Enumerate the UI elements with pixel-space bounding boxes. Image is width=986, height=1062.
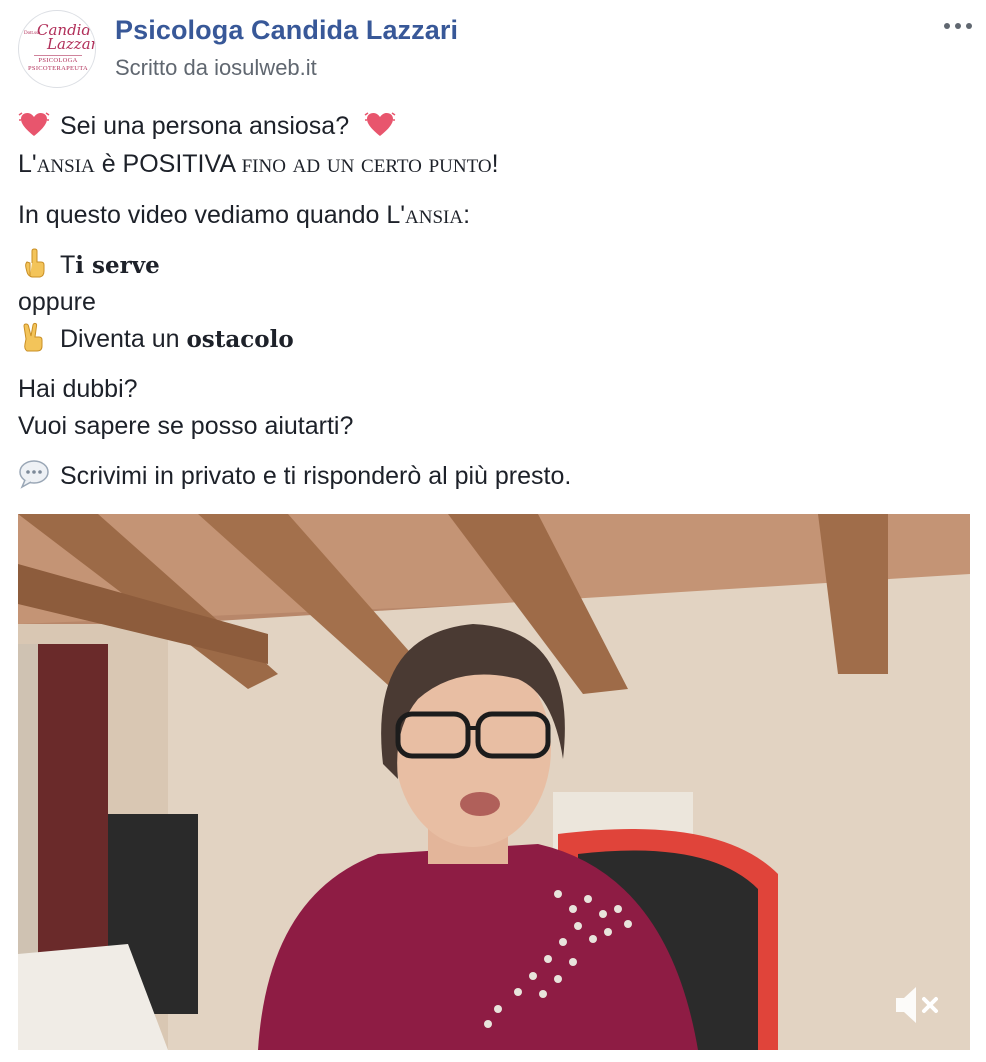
post-line-6-bold: ostacolo: [186, 326, 294, 353]
mute-toggle-button[interactable]: [892, 982, 944, 1028]
byline: Scritto da iosulweb.it: [115, 55, 317, 81]
post-line-2-smallcaps: fino ad un certo punto: [241, 148, 492, 178]
avatar-logo-sub1: PSICOLOGA: [38, 57, 78, 64]
byline-prefix: Scritto da: [115, 55, 208, 80]
post-line-2-prefix: L': [18, 150, 37, 178]
post-body: Sei una persona ansiosa? L'ansia è POSIT…: [18, 108, 968, 495]
avatar-logo-divider: [34, 55, 82, 56]
avatar-logo-subtitle: PSICOLOGA PSICOTERAPEUTA: [19, 57, 95, 73]
post-line-3-suffix: :: [463, 201, 471, 229]
speaker-muted-icon: [896, 987, 938, 1023]
post-line-9: Scrivimi in privato e ti risponderò al p…: [18, 458, 968, 495]
post-line-4-prefix: T: [60, 251, 76, 279]
post-line-2: L'ansia è POSITIVA fino ad un certo punt…: [18, 145, 968, 183]
post-line-4: Ti serve: [18, 247, 968, 284]
post-header: Dott.ssa Candida Lazzari PSICOLOGA PSICO…: [18, 10, 972, 90]
post-line-3-ansia: ansia: [405, 199, 464, 229]
victory-hand-icon: [23, 322, 43, 352]
beating-heart-icon-2: [364, 112, 396, 136]
post-line-8: Vuoi sapere se posso aiutarti?: [18, 412, 354, 440]
avatar-logo-sub2: PSICOTERAPEUTA: [27, 65, 89, 72]
page-name-link[interactable]: Psicologa Candida Lazzari: [115, 15, 458, 46]
post-line-6: Diventa un ostacolo: [18, 321, 968, 358]
speech-balloon-icon: [19, 460, 49, 489]
pointing-up-icon: [25, 248, 45, 278]
post-line-9-text: Scrivimi in privato e ti risponderò al p…: [60, 462, 572, 490]
ellipsis-icon: [944, 23, 972, 29]
post-line-3: In questo video vediamo quando L'ansia:: [18, 196, 968, 234]
post-line-2-ansia: ansia: [36, 148, 95, 178]
post-line-4-bold: i serve: [75, 252, 160, 279]
post-line-5: oppure: [18, 288, 96, 316]
byline-source-link[interactable]: iosulweb.it: [214, 55, 317, 80]
post-line-1-text: Sei una persona ansiosa?: [60, 112, 350, 140]
avatar-logo-surname: Lazzari: [47, 35, 95, 53]
post-line-7: Hai dubbi?: [18, 375, 138, 403]
post-line-3-prefix: In questo video vediamo quando L': [18, 201, 405, 229]
avatar-logo-script: Candida Lazzari: [37, 23, 95, 53]
more-options-button[interactable]: [940, 12, 976, 36]
post-line-2-suffix: !: [491, 150, 499, 178]
post-line-1: Sei una persona ansiosa?: [18, 108, 968, 145]
page-avatar[interactable]: Dott.ssa Candida Lazzari PSICOLOGA PSICO…: [18, 10, 96, 88]
video-frame: [18, 514, 970, 1050]
post-line-2-mid: è POSITIVA: [94, 150, 242, 178]
post-video[interactable]: [18, 514, 970, 1050]
beating-heart-icon: [18, 112, 50, 136]
post-line-6-prefix: Diventa un: [60, 325, 187, 353]
